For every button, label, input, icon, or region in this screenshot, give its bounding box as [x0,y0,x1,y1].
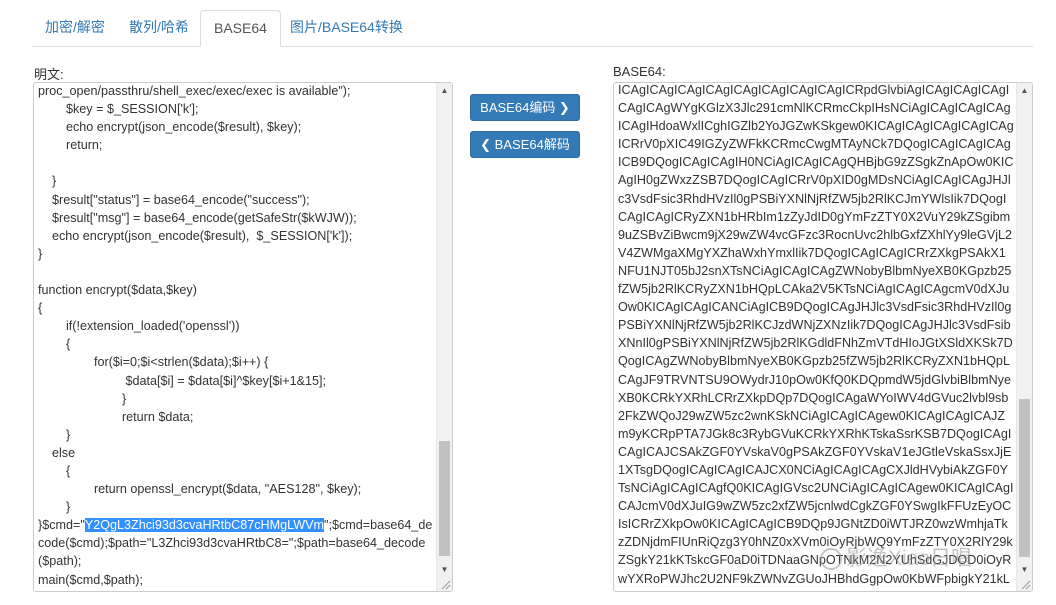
scroll-up-icon[interactable]: ▲ [1017,83,1032,98]
base64-textarea[interactable]: ICAgICAgICAgICAgICAgICAgICAgICAgICRpdGlv… [613,82,1033,592]
scroll-thumb[interactable] [1019,399,1030,557]
base64-scrollbar[interactable]: ▲ ▼ [1016,83,1032,591]
resize-handle-icon[interactable] [1019,578,1031,590]
plaintext-scrollbar[interactable]: ▲ ▼ [436,83,452,591]
tab-image-base64[interactable]: 图片/BASE64转换 [277,10,416,45]
scroll-thumb[interactable] [439,441,450,556]
base64-text: ICAgICAgICAgICAgICAgICAgICAgICAgICRpdGlv… [618,83,1014,591]
base64-decode-button[interactable]: ❮ BASE64解码 [470,131,580,158]
scroll-down-icon[interactable]: ▼ [437,562,452,577]
base64-content: ICAgICAgICAgICAgICAgICAgICAgICAgICRpdGlv… [618,83,1014,591]
watermark-text: 影逸Xiao日唱 [846,547,973,570]
plaintext-before: proc_open/passthru/shell_exec/exec/exec … [38,84,362,533]
plaintext-content: proc_open/passthru/shell_exec/exec/exec … [38,83,434,591]
base64-encode-button[interactable]: BASE64编码 ❯ [470,94,580,121]
plaintext-label: 明文: [34,67,64,82]
scroll-down-icon[interactable]: ▼ [1017,562,1032,577]
resize-handle-icon[interactable] [439,578,451,590]
watermark: 影逸Xiao日唱 [820,542,972,572]
selected-text: Y2QgL3Zhci93d3cvaHRtbC87cHMgLWVm [84,518,324,533]
tab-encrypt-decrypt[interactable]: 加密/解密 [32,10,118,45]
plaintext-textarea[interactable]: proc_open/passthru/shell_exec/exec/exec … [33,82,453,592]
base64-label: BASE64: [613,64,666,79]
scroll-up-icon[interactable]: ▲ [437,83,452,98]
tab-base64[interactable]: BASE64 [200,10,281,47]
tab-bar: 加密/解密 散列/哈希 BASE64 图片/BASE64转换 [32,10,1033,47]
tab-hash[interactable]: 散列/哈希 [116,10,202,45]
wechat-logo-icon [820,548,842,571]
